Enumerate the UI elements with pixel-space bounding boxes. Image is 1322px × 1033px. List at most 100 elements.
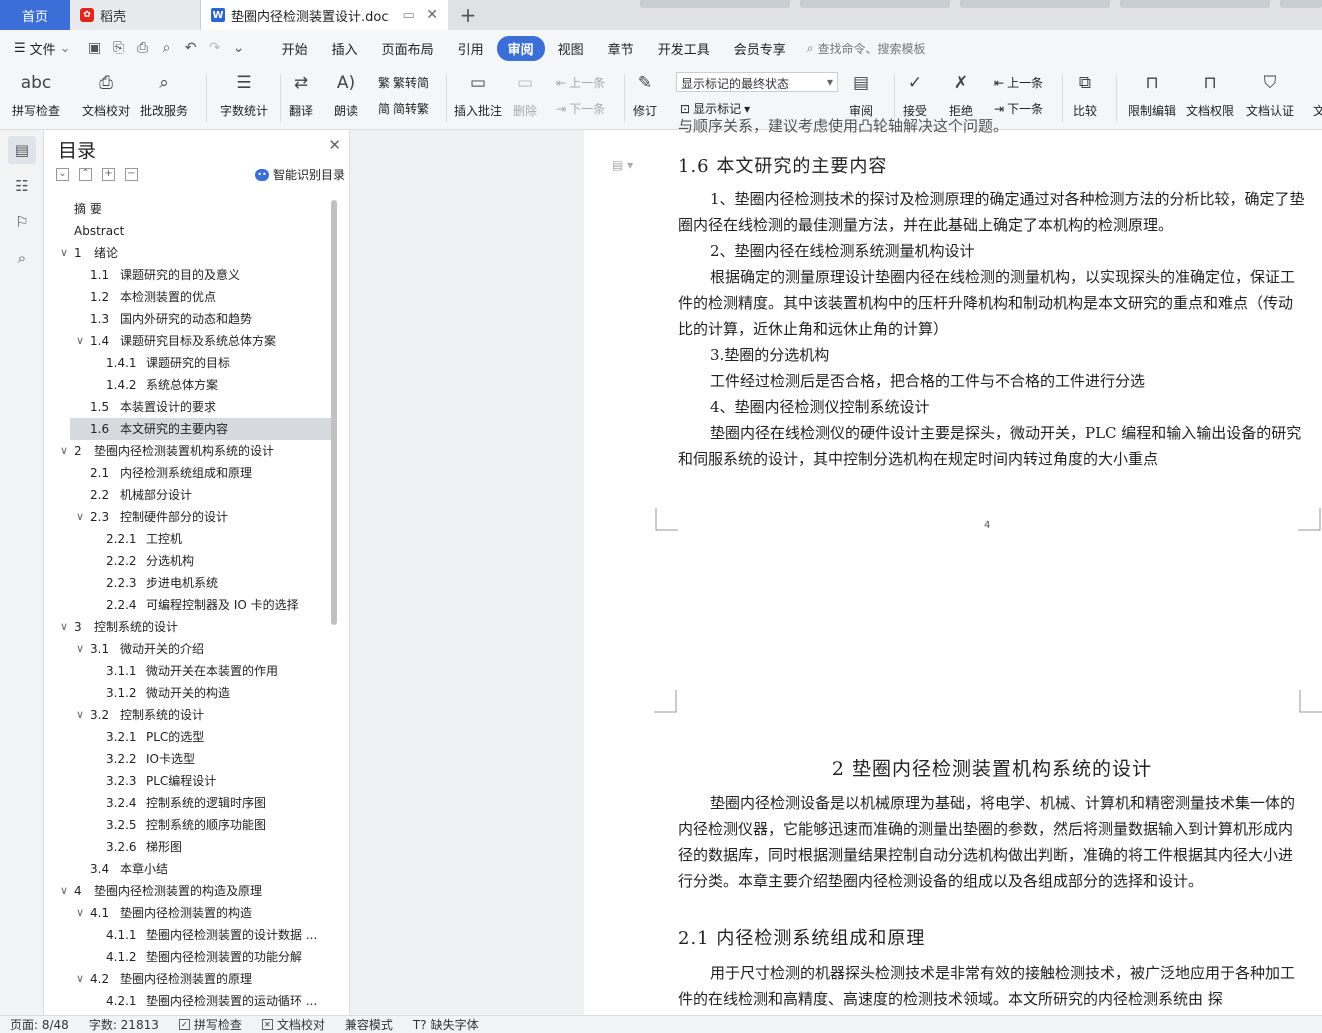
toc-item[interactable]: 2.2.3 步进电机系统 (44, 572, 334, 594)
file-menu[interactable]: ☰ 文件 ⌄ (14, 39, 71, 58)
toc-item[interactable]: ∨ 1.4 课题研究目标及系统总体方案 (44, 330, 334, 352)
doc-permission-button[interactable]: ⊓ 文档权限 (1186, 70, 1234, 119)
word-count[interactable]: 字数: 21813 (89, 1016, 159, 1033)
remove-level-icon[interactable]: − (125, 168, 138, 181)
show-markup-button[interactable]: ⊡ 显示标记 ▾ (680, 100, 750, 117)
toc-item[interactable]: 1.6 本文研究的主要内容 (70, 418, 334, 440)
toc-item[interactable]: ∨ 3.1 微动开关的介绍 (44, 638, 334, 660)
collapse-all-icon[interactable]: ⌄ (56, 168, 69, 181)
status-proof[interactable]: ✕ 文档校对 (261, 1016, 325, 1033)
toc-item[interactable]: 2.2 机械部分设计 (44, 484, 334, 506)
toc-item[interactable]: 2.2.1 工控机 (44, 528, 334, 550)
chevron-down-icon[interactable]: ∨ (60, 242, 68, 264)
simp-to-trad-button[interactable]: 简简转繁 (378, 100, 429, 117)
toc-item[interactable]: 3.2.5 控制系统的顺序功能图 (44, 814, 334, 836)
bookmark-icon[interactable]: ⚐ (8, 208, 36, 236)
expand-all-icon[interactable]: ⌃ (79, 168, 92, 181)
spell-check-button[interactable]: abc 拼写检查 (12, 70, 60, 119)
save-icon[interactable]: ▣ (85, 38, 105, 58)
toc-item[interactable]: 4.2.1 垫圈内径检测装置的运动循环 ... (44, 990, 334, 1012)
toc-item[interactable]: Abstract (44, 220, 334, 242)
toc-item[interactable]: 1.1 课题研究的目的及意义 (44, 264, 334, 286)
toc-item[interactable]: 3.2.6 梯形图 (44, 836, 334, 858)
translate-button[interactable]: ⇄ 翻译 (288, 70, 314, 119)
menu-item-insert[interactable]: 插入 (321, 36, 369, 61)
toc-item[interactable]: 3.4 本章小结 (44, 858, 334, 880)
toc-item[interactable]: 2.2.2 分选机构 (44, 550, 334, 572)
word-count-button[interactable]: ☰ 字数统计 (220, 70, 268, 119)
toc-item[interactable]: ∨ 1 绪论 (44, 242, 334, 264)
chevron-down-icon[interactable]: ∨ (60, 616, 68, 638)
smart-toc-button[interactable]: •• 智能识别目录 (254, 166, 345, 183)
trad-to-simp-button[interactable]: 繁繁转简 (378, 74, 429, 91)
toc-item[interactable]: 3.2.2 IO卡选型 (44, 748, 334, 770)
next-comment-button[interactable]: ⇥ 下一条 (556, 100, 605, 117)
next-change-button[interactable]: ⇥ 下一条 (994, 100, 1043, 117)
restrict-edit-button[interactable]: ⊓ 限制编辑 (1128, 70, 1176, 119)
review-pane-button[interactable]: ▤ 审阅 (848, 70, 874, 119)
toc-item[interactable]: 2.2.4 可编程控制器及 IO 卡的选择 (44, 594, 334, 616)
close-icon[interactable]: ✕ (426, 7, 438, 23)
chevron-down-icon[interactable]: ∨ (60, 440, 68, 462)
toc-item[interactable]: ∨ 3.2 控制系统的设计 (44, 704, 334, 726)
chevron-down-icon[interactable]: ⌄ (229, 38, 249, 58)
chevron-down-icon[interactable]: ∨ (76, 638, 84, 660)
toc-item[interactable]: ∨ 2 垫圈内径检测装置机构系统的设计 (44, 440, 334, 462)
print-icon[interactable]: ⎙ (133, 38, 153, 58)
toc-item[interactable]: 1.3 国内外研究的动态和趋势 (44, 308, 334, 330)
toc-item[interactable]: 3.2.1 PLC的选型 (44, 726, 334, 748)
undo-icon[interactable]: ↶ (181, 38, 201, 58)
doc-cert-button[interactable]: ⛉ 文档认证 (1246, 70, 1294, 119)
toc-item[interactable]: ∨ 2.3 控制硬件部分的设计 (44, 506, 334, 528)
toc-item[interactable]: 1.4.1 课题研究的目标 (44, 352, 334, 374)
chevron-down-icon[interactable]: ∨ (76, 704, 84, 726)
toc-item[interactable]: 1.5 本装置设计的要求 (44, 396, 334, 418)
toc-item[interactable]: ∨ 3 控制系统的设计 (44, 616, 334, 638)
delete-comment-button[interactable]: ▭ 删除 (512, 70, 538, 119)
prev-comment-button[interactable]: ⇤ 上一条 (556, 74, 605, 91)
doc-proof-button[interactable]: ⎙ 文档校对 (82, 70, 130, 119)
redo-icon[interactable]: ↷ (205, 38, 225, 58)
command-search[interactable]: ⌕ 查找命令、搜索模板 (807, 40, 926, 57)
menu-item-review[interactable]: 审阅 (496, 35, 545, 61)
toc-item[interactable]: 3.2.4 控制系统的逻辑时序图 (44, 792, 334, 814)
page-indicator[interactable]: 页面: 8/48 (10, 1016, 69, 1033)
tab-document[interactable]: W 垫圈内径检测装置设计.doc ▭ ✕ (200, 0, 448, 30)
toc-item[interactable]: 1.4.2 系统总体方案 (44, 374, 334, 396)
toc-scrollbar[interactable] (331, 200, 337, 625)
prev-change-button[interactable]: ⇤ 上一条 (994, 74, 1043, 91)
menu-item-view[interactable]: 视图 (547, 36, 595, 61)
tab-pin-icon[interactable]: ▭ (403, 8, 415, 23)
markup-state-select[interactable]: 显示标记的最终状态 (676, 72, 838, 92)
toc-panel-icon[interactable]: ▤ (8, 136, 36, 164)
chevron-down-icon[interactable]: ∨ (60, 880, 68, 902)
toc-item[interactable]: 3.1.1 微动开关在本装置的作用 (44, 660, 334, 682)
tab-home[interactable]: 首页 (0, 0, 70, 30)
search-icon[interactable]: ⌕ (8, 244, 36, 272)
toc-item[interactable]: 3.2.3 PLC编程设计 (44, 770, 334, 792)
menu-item-start[interactable]: 开始 (271, 36, 319, 61)
menu-item-developer[interactable]: 开发工具 (647, 36, 721, 61)
menu-item-chapter[interactable]: 章节 (597, 36, 645, 61)
toc-item[interactable]: ∨ 4.1 垫圈内径检测装置的构造 (44, 902, 334, 924)
close-icon[interactable]: ✕ (328, 136, 341, 154)
menu-item-layout[interactable]: 页面布局 (371, 36, 445, 61)
add-level-icon[interactable]: + (102, 168, 115, 181)
toc-item[interactable]: 摘 要 (44, 198, 334, 220)
toc-item[interactable]: 3.1.2 微动开关的构造 (44, 682, 334, 704)
toc-item[interactable]: 4.1.2 垫圈内径检测装置的功能分解 (44, 946, 334, 968)
insert-comment-button[interactable]: ▭ 插入批注 (454, 70, 502, 119)
menu-item-member[interactable]: 会员专享 (723, 36, 797, 61)
reject-button[interactable]: ✗ 拒绝 (948, 70, 974, 119)
toc-item[interactable]: 1.2 本检测装置的优点 (44, 286, 334, 308)
chevron-down-icon[interactable]: ∨ (76, 902, 84, 924)
chevron-down-icon[interactable]: ∨ (76, 968, 84, 990)
toc-item[interactable]: ∨ 4 垫圈内径检测装置的构造及原理 (44, 880, 334, 902)
accept-button[interactable]: ✓ 接受 (902, 70, 928, 119)
new-tab-button[interactable]: + (448, 0, 488, 30)
print-preview-icon[interactable]: ⌕ (157, 38, 177, 58)
toc-item[interactable]: 2.1 内径检测系统组成和原理 (44, 462, 334, 484)
chevron-down-icon[interactable]: ∨ (76, 506, 84, 528)
revise-button[interactable]: ✎ 修订 (632, 70, 658, 119)
toc-item[interactable]: ∨ 4.2 垫圈内径检测装置的原理 (44, 968, 334, 990)
